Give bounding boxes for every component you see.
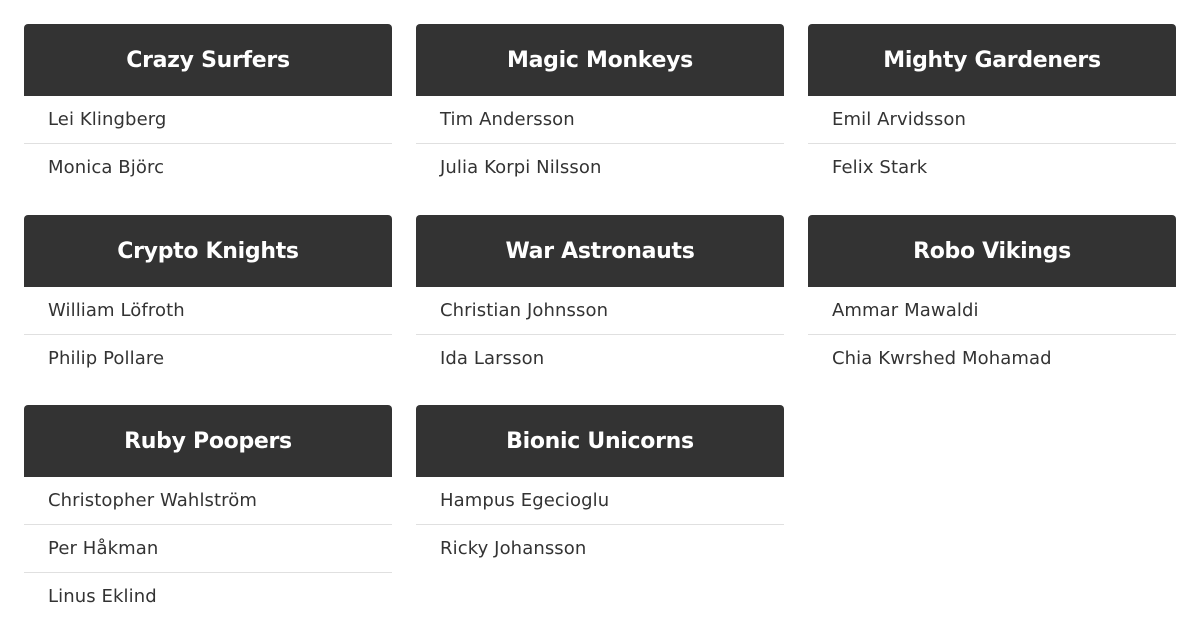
member-item: Ida Larsson	[416, 335, 784, 382]
team-card-robo-vikings: Robo Vikings Ammar Mawaldi Chia Kwrshed …	[808, 215, 1176, 382]
team-name: Crazy Surfers	[126, 47, 290, 73]
team-grid: Crazy Surfers Lei Klingberg Monica Björc…	[0, 0, 1200, 643]
member-list: William Löfroth Philip Pollare	[24, 287, 392, 382]
member-name: Ammar Mawaldi	[832, 300, 979, 321]
team-header: War Astronauts	[416, 215, 784, 287]
team-card-ruby-poopers: Ruby Poopers Christopher Wahlström Per H…	[24, 405, 392, 620]
member-name: Ricky Johansson	[440, 538, 587, 559]
member-item: Julia Korpi Nilsson	[416, 144, 784, 191]
team-header: Ruby Poopers	[24, 405, 392, 477]
member-name: Philip Pollare	[48, 348, 165, 369]
member-list: Lei Klingberg Monica Björc	[24, 96, 392, 191]
member-name: Lei Klingberg	[48, 109, 167, 130]
team-card-mighty-gardeners: Mighty Gardeners Emil Arvidsson Felix St…	[808, 24, 1176, 191]
member-name: Julia Korpi Nilsson	[440, 157, 602, 178]
member-name: Hampus Egecioglu	[440, 490, 610, 511]
team-name: Robo Vikings	[913, 238, 1071, 264]
team-card-bionic-unicorns: Bionic Unicorns Hampus Egecioglu Ricky J…	[416, 405, 784, 572]
member-item: Lei Klingberg	[24, 96, 392, 144]
member-list: Christian Johnsson Ida Larsson	[416, 287, 784, 382]
member-name: Per Håkman	[48, 538, 159, 559]
team-card-crazy-surfers: Crazy Surfers Lei Klingberg Monica Björc	[24, 24, 392, 191]
member-name: Christian Johnsson	[440, 300, 609, 321]
team-header: Crazy Surfers	[24, 24, 392, 96]
team-name: Bionic Unicorns	[506, 428, 694, 454]
member-list: Christopher Wahlström Per Håkman Linus E…	[24, 477, 392, 620]
member-name: Chia Kwrshed Mohamad	[832, 348, 1052, 369]
member-name: Monica Björc	[48, 157, 165, 178]
team-header: Mighty Gardeners	[808, 24, 1176, 96]
team-name: Magic Monkeys	[507, 47, 693, 73]
team-card-war-astronauts: War Astronauts Christian Johnsson Ida La…	[416, 215, 784, 382]
member-item: William Löfroth	[24, 287, 392, 335]
member-item: Monica Björc	[24, 144, 392, 191]
member-item: Emil Arvidsson	[808, 96, 1176, 144]
member-name: Emil Arvidsson	[832, 109, 967, 130]
member-item: Ricky Johansson	[416, 525, 784, 572]
member-name: Christopher Wahlström	[48, 490, 258, 511]
team-name: War Astronauts	[505, 238, 695, 264]
team-header: Magic Monkeys	[416, 24, 784, 96]
member-item: Christian Johnsson	[416, 287, 784, 335]
member-item: Tim Andersson	[416, 96, 784, 144]
member-name: Ida Larsson	[440, 348, 545, 369]
team-header: Bionic Unicorns	[416, 405, 784, 477]
team-name: Crypto Knights	[117, 238, 299, 264]
member-item: Christopher Wahlström	[24, 477, 392, 525]
team-name: Mighty Gardeners	[883, 47, 1101, 73]
member-item: Linus Eklind	[24, 573, 392, 620]
team-card-crypto-knights: Crypto Knights William Löfroth Philip Po…	[24, 215, 392, 382]
team-name: Ruby Poopers	[124, 428, 292, 454]
member-list: Hampus Egecioglu Ricky Johansson	[416, 477, 784, 572]
member-item: Ammar Mawaldi	[808, 287, 1176, 335]
member-item: Philip Pollare	[24, 335, 392, 382]
member-list: Ammar Mawaldi Chia Kwrshed Mohamad	[808, 287, 1176, 382]
member-name: Linus Eklind	[48, 586, 157, 607]
member-item: Per Håkman	[24, 525, 392, 573]
member-item: Chia Kwrshed Mohamad	[808, 335, 1176, 382]
member-list: Emil Arvidsson Felix Stark	[808, 96, 1176, 191]
member-item: Hampus Egecioglu	[416, 477, 784, 525]
member-name: Tim Andersson	[440, 109, 575, 130]
member-list: Tim Andersson Julia Korpi Nilsson	[416, 96, 784, 191]
member-name: William Löfroth	[48, 300, 185, 321]
team-header: Crypto Knights	[24, 215, 392, 287]
team-header: Robo Vikings	[808, 215, 1176, 287]
team-card-magic-monkeys: Magic Monkeys Tim Andersson Julia Korpi …	[416, 24, 784, 191]
member-item: Felix Stark	[808, 144, 1176, 191]
member-name: Felix Stark	[832, 157, 928, 178]
